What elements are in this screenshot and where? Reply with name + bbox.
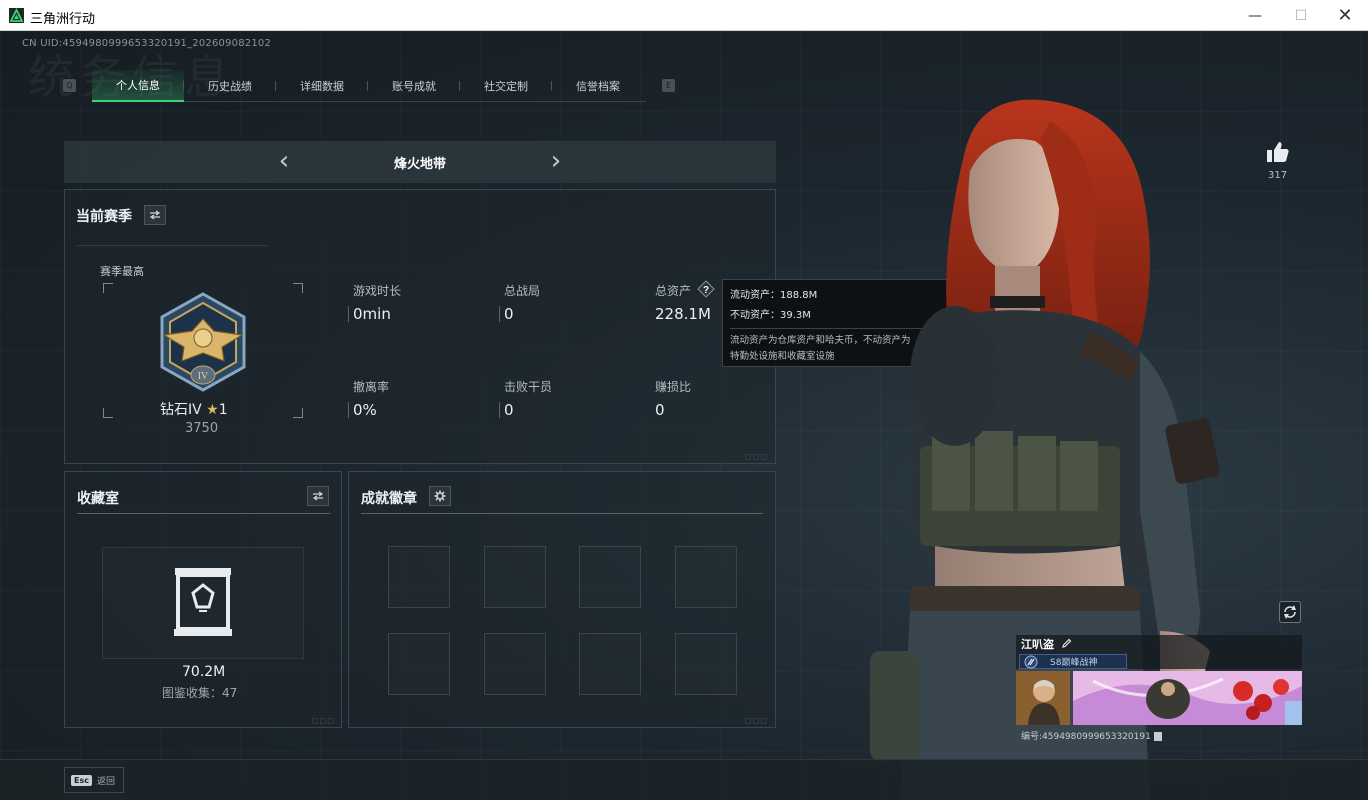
rank-info: 钻石IV ★1 <box>160 399 228 419</box>
window-title: 三角洲行动 <box>30 12 96 27</box>
season-switch-button[interactable] <box>144 205 166 225</box>
panel-corner-dots: □□□ <box>312 717 335 725</box>
esc-key-icon: Esc <box>71 774 92 786</box>
window-titlebar: 三角洲行动 — ☐ ✕ <box>0 0 1368 31</box>
medal-numeral: IV <box>198 371 209 382</box>
collection-value: 70.2M <box>182 664 226 680</box>
player-id: 编号:4594980999653320191 <box>1021 729 1162 742</box>
tab-reputation[interactable]: 信誉档案 <box>552 70 644 102</box>
stat-divider <box>499 402 500 418</box>
title-emblem-icon <box>1024 655 1038 669</box>
total-matches-label: 总战局 <box>504 284 541 298</box>
total-assets-label: 总资产 <box>655 284 692 298</box>
player-id-text: 编号:4594980999653320191 <box>1021 732 1151 742</box>
rank-medal-icon: IV <box>160 292 246 392</box>
namecard-banner <box>1073 671 1302 725</box>
mode-next-button[interactable]: › <box>544 148 568 175</box>
rotate-icon <box>1284 605 1296 619</box>
tab-history[interactable]: 历史战绩 <box>184 70 276 102</box>
uid-label: CN UID:4594980999653320191_202609082102 <box>22 38 272 49</box>
collection-title-underline <box>77 513 330 514</box>
thumbs-up-icon[interactable] <box>1265 139 1291 165</box>
close-button[interactable]: ✕ <box>1322 0 1368 31</box>
tab-achievements[interactable]: 账号成就 <box>368 70 460 102</box>
kills-label: 击败干员 <box>504 380 553 394</box>
total-matches-value: 0 <box>504 305 514 323</box>
achievements-settings-button[interactable] <box>429 486 451 506</box>
badge-slot[interactable] <box>484 633 546 695</box>
player-avatar <box>1016 671 1070 725</box>
edit-icon[interactable] <box>1061 638 1072 649</box>
achievements-title: 成就徽章 <box>361 491 417 507</box>
frame-corner <box>103 283 113 293</box>
star-icon: ★ <box>206 402 219 418</box>
tab-detailed-data[interactable]: 详细数据 <box>276 70 368 102</box>
tab-prev-key[interactable]: Q <box>63 79 76 92</box>
svg-text:?: ? <box>703 285 709 296</box>
rank-stars: 1 <box>218 402 228 418</box>
maximize-button[interactable]: ☐ <box>1278 0 1324 31</box>
play-time-value: 0min <box>353 305 391 323</box>
frame-corner <box>293 408 303 418</box>
season-title-underline <box>77 245 267 246</box>
help-icon[interactable]: ? <box>697 280 715 298</box>
profit-ratio-value: 0 <box>655 401 665 419</box>
stat-divider <box>348 306 349 322</box>
bottom-bar <box>0 759 1368 800</box>
gear-icon <box>434 490 446 502</box>
extract-rate-value: 0% <box>353 401 377 419</box>
badge-slot[interactable] <box>579 546 641 608</box>
mode-title: 烽火地带 <box>393 156 446 172</box>
badge-slot[interactable] <box>388 633 450 695</box>
profile-tabs: 个人信息 历史战绩 详细数据 账号成就 社交定制 信誉档案 <box>92 70 646 102</box>
rank-name: 钻石IV <box>160 402 202 418</box>
rotate-model-button[interactable] <box>1279 601 1301 623</box>
tab-personal-info[interactable]: 个人信息 <box>92 70 184 102</box>
copy-icon[interactable] <box>1153 732 1162 741</box>
achievements-title-underline <box>361 513 763 514</box>
mode-selector: ‹ 烽火地带 › <box>64 141 776 183</box>
frame-corner <box>103 408 113 418</box>
badge-slot[interactable] <box>675 546 737 608</box>
badge-slot[interactable] <box>388 546 450 608</box>
swap-icon <box>149 210 161 220</box>
badge-slot[interactable] <box>484 546 546 608</box>
stat-divider <box>348 402 349 418</box>
badge-slot[interactable] <box>675 633 737 695</box>
minimize-button[interactable]: — <box>1232 0 1278 31</box>
collection-count: 图鉴收集：47 <box>162 686 238 700</box>
season-title: 当前赛季 <box>76 209 132 225</box>
profit-ratio-label: 赚损比 <box>655 380 692 394</box>
back-label: 返回 <box>96 776 115 787</box>
back-button[interactable]: Esc 返回 <box>64 767 124 793</box>
frame-corner <box>293 283 303 293</box>
like-count: 317 <box>1268 170 1288 181</box>
player-name: 江叭盗 <box>1021 638 1054 651</box>
vault-display-icon <box>174 568 232 636</box>
rank-score: 3750 <box>185 421 219 436</box>
badge-slot[interactable] <box>579 633 641 695</box>
panel-corner-dots: □□□ <box>745 717 768 725</box>
panel-corner-dots: □□□ <box>745 453 768 461</box>
stat-divider <box>499 306 500 322</box>
play-time-label: 游戏时长 <box>353 284 402 298</box>
collection-switch-button[interactable] <box>307 486 329 506</box>
tab-next-key[interactable]: E <box>662 79 675 92</box>
extract-rate-label: 撤离率 <box>353 380 390 394</box>
mode-prev-button[interactable]: ‹ <box>272 148 296 175</box>
season-best-label: 赛季最高 <box>100 265 144 278</box>
game-viewport: 统务信息 CN UID:4594980999653320191_20260908… <box>0 31 1368 800</box>
swap-icon <box>312 491 324 501</box>
app-logo-icon <box>9 8 24 23</box>
kills-value: 0 <box>504 401 514 419</box>
player-title: S8巅峰战神 <box>1050 658 1098 668</box>
collection-title: 收藏室 <box>77 491 119 507</box>
tab-social[interactable]: 社交定制 <box>460 70 552 102</box>
total-assets-value: 228.1M <box>655 305 711 323</box>
player-namecard[interactable]: 江叭盗 S8巅峰战神 编号:4594980999653320191 <box>1016 635 1302 742</box>
